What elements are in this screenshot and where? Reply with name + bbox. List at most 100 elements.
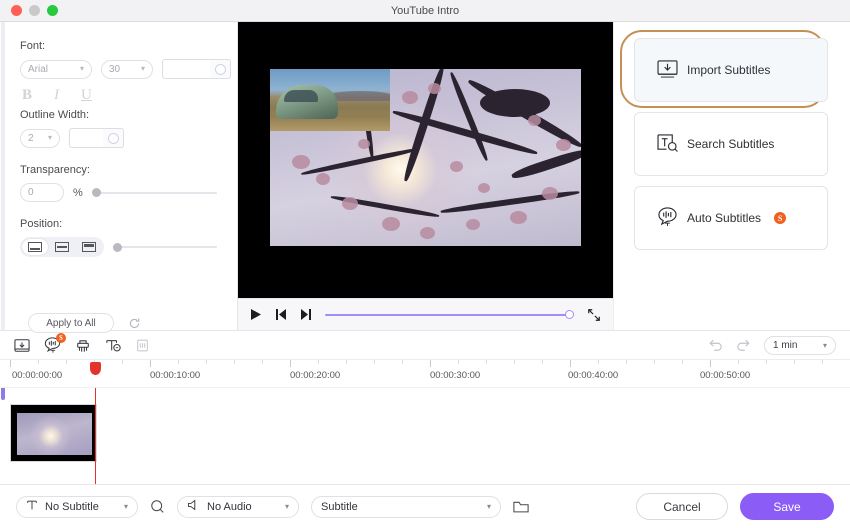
effects-brush-icon[interactable]: [75, 338, 91, 353]
position-controls-row: [20, 237, 217, 257]
close-button[interactable]: [11, 5, 22, 16]
search-subtitles-button[interactable]: Search Subtitles: [634, 112, 828, 176]
video-clip-thumbnail: [17, 413, 92, 455]
chevron-down-icon: ▾: [486, 502, 491, 511]
next-frame-icon[interactable]: [300, 308, 312, 321]
font-color-picker[interactable]: [162, 59, 231, 79]
save-button[interactable]: Save: [740, 493, 834, 520]
transparency-value: 0: [28, 187, 34, 198]
position-bottom-button[interactable]: [22, 239, 48, 255]
seek-knob[interactable]: [565, 310, 574, 319]
import-media-icon[interactable]: [14, 338, 30, 353]
seek-track: [325, 313, 574, 316]
font-size-select[interactable]: 30 ▾: [101, 59, 153, 79]
maximize-button[interactable]: [47, 5, 58, 16]
ruler-label: 00:00:10:00: [150, 370, 201, 381]
subtitle-top-icon: [82, 242, 96, 252]
transparency-label: Transparency:: [20, 164, 90, 176]
video-clip[interactable]: [10, 404, 97, 462]
auto-subtitles-button[interactable]: Auto Subtitles S: [634, 186, 828, 250]
underline-button[interactable]: U: [81, 88, 92, 103]
player-controls: [238, 298, 613, 330]
search-subtitles-icon: [657, 133, 678, 155]
redo-icon[interactable]: [736, 338, 751, 352]
position-label: Position:: [20, 218, 63, 230]
position-middle-button[interactable]: [49, 239, 75, 255]
transparency-slider[interactable]: [91, 187, 217, 199]
seek-slider[interactable]: [325, 309, 574, 321]
bottom-toolbar: No Subtitle ▾ No Audio ▾ Subtitle ▾ Canc…: [0, 484, 850, 528]
ruler-label: 00:00:30:00: [430, 370, 481, 381]
undo-icon[interactable]: [708, 338, 723, 352]
chevron-down-icon: ▾: [822, 340, 827, 350]
text-to-speech-icon[interactable]: [105, 338, 121, 353]
playhead-handle[interactable]: [90, 362, 101, 375]
timeline-ruler[interactable]: 00:00:00:00 00:00:10:00 00:00:20:00 00:0…: [0, 360, 850, 388]
video-inset-scene: [270, 69, 390, 131]
chevron-down-icon: ▾: [284, 502, 289, 511]
subtitle-track-select[interactable]: No Subtitle ▾: [16, 495, 138, 518]
window-controls: [0, 5, 58, 16]
chevron-down-icon: ▾: [79, 64, 84, 73]
left-panel-scrollbar[interactable]: [1, 22, 5, 330]
position-top-button[interactable]: [76, 239, 102, 255]
transparency-input[interactable]: 0: [20, 183, 64, 202]
subtitle-middle-icon: [55, 242, 69, 252]
auto-subtitles-label: Auto Subtitles: [687, 211, 762, 225]
percent-label: %: [73, 186, 83, 199]
folder-icon[interactable]: [513, 500, 529, 514]
color-swatch-icon: [210, 59, 231, 79]
timeline-zoom-select[interactable]: 1 min ▾: [764, 335, 836, 355]
fullscreen-icon[interactable]: [587, 308, 601, 322]
play-icon[interactable]: [250, 308, 262, 321]
slider-knob[interactable]: [91, 188, 101, 197]
position-slider[interactable]: [113, 241, 217, 253]
slider-knob[interactable]: [113, 242, 122, 252]
ruler-label: 00:00:20:00: [290, 370, 341, 381]
outline-color-picker[interactable]: [69, 128, 124, 148]
cancel-button[interactable]: Cancel: [636, 493, 728, 520]
bold-button[interactable]: B: [22, 88, 32, 103]
audio-track-value: No Audio: [207, 500, 252, 513]
subtitle-file-value: Subtitle: [321, 500, 358, 513]
subtitle-editor-window: YouTube Intro Font: Arial ▾ 30 ▾ B I U O…: [0, 0, 850, 528]
apply-to-all-button[interactable]: Apply to All: [28, 313, 114, 333]
subtitle-style-panel: Font: Arial ▾ 30 ▾ B I U Outline Width: …: [0, 22, 238, 333]
import-subtitles-icon: [657, 59, 678, 81]
import-subtitles-label: Import Subtitles: [687, 63, 771, 77]
video-frame: [270, 69, 581, 246]
outline-width-label: Outline Width:: [20, 109, 90, 121]
auto-subtitle-icon[interactable]: S: [44, 333, 66, 353]
timeline-track-area[interactable]: [0, 388, 850, 484]
font-family-value: Arial: [28, 63, 49, 75]
font-size-value: 30: [109, 63, 121, 75]
outline-controls-row: 2 ▾: [20, 128, 217, 148]
timeline-toolbar: S 1 min ▾: [0, 330, 850, 360]
subtitle-bottom-icon: [28, 242, 42, 252]
subtitle-track-value: No Subtitle: [45, 500, 99, 513]
search-icon[interactable]: [150, 499, 165, 514]
italic-button[interactable]: I: [54, 88, 59, 103]
ruler-label: 00:00:50:00: [700, 370, 751, 381]
timeline-right-controls: 1 min ▾: [708, 335, 836, 355]
apply-row: Apply to All: [20, 313, 217, 333]
subtitle-file-select[interactable]: Subtitle ▾: [311, 495, 501, 518]
reset-icon[interactable]: [128, 317, 141, 330]
slider-track: [91, 191, 217, 194]
previous-frame-icon[interactable]: [275, 308, 287, 321]
video-canvas[interactable]: [238, 22, 613, 298]
search-subtitles-label: Search Subtitles: [687, 137, 775, 151]
timeline-tool-icons: S: [14, 333, 150, 353]
timeline-vertical-scrollbar[interactable]: [1, 388, 5, 400]
import-subtitles-button[interactable]: Import Subtitles: [634, 38, 828, 102]
window-title: YouTube Intro: [390, 4, 460, 17]
subtitle-source-panel: Import Subtitles Search Subtitles Auto S…: [613, 22, 850, 330]
editor-main-area: Font: Arial ▾ 30 ▾ B I U Outline Width: …: [0, 22, 850, 333]
playhead-line: [95, 388, 96, 484]
delete-icon[interactable]: [135, 338, 150, 353]
minimize-button[interactable]: [29, 5, 40, 16]
outline-width-select[interactable]: 2 ▾: [20, 128, 60, 148]
font-family-select[interactable]: Arial ▾: [20, 59, 92, 79]
audio-track-select[interactable]: No Audio ▾: [177, 495, 299, 518]
ruler-label: 00:00:00:00: [12, 370, 63, 381]
